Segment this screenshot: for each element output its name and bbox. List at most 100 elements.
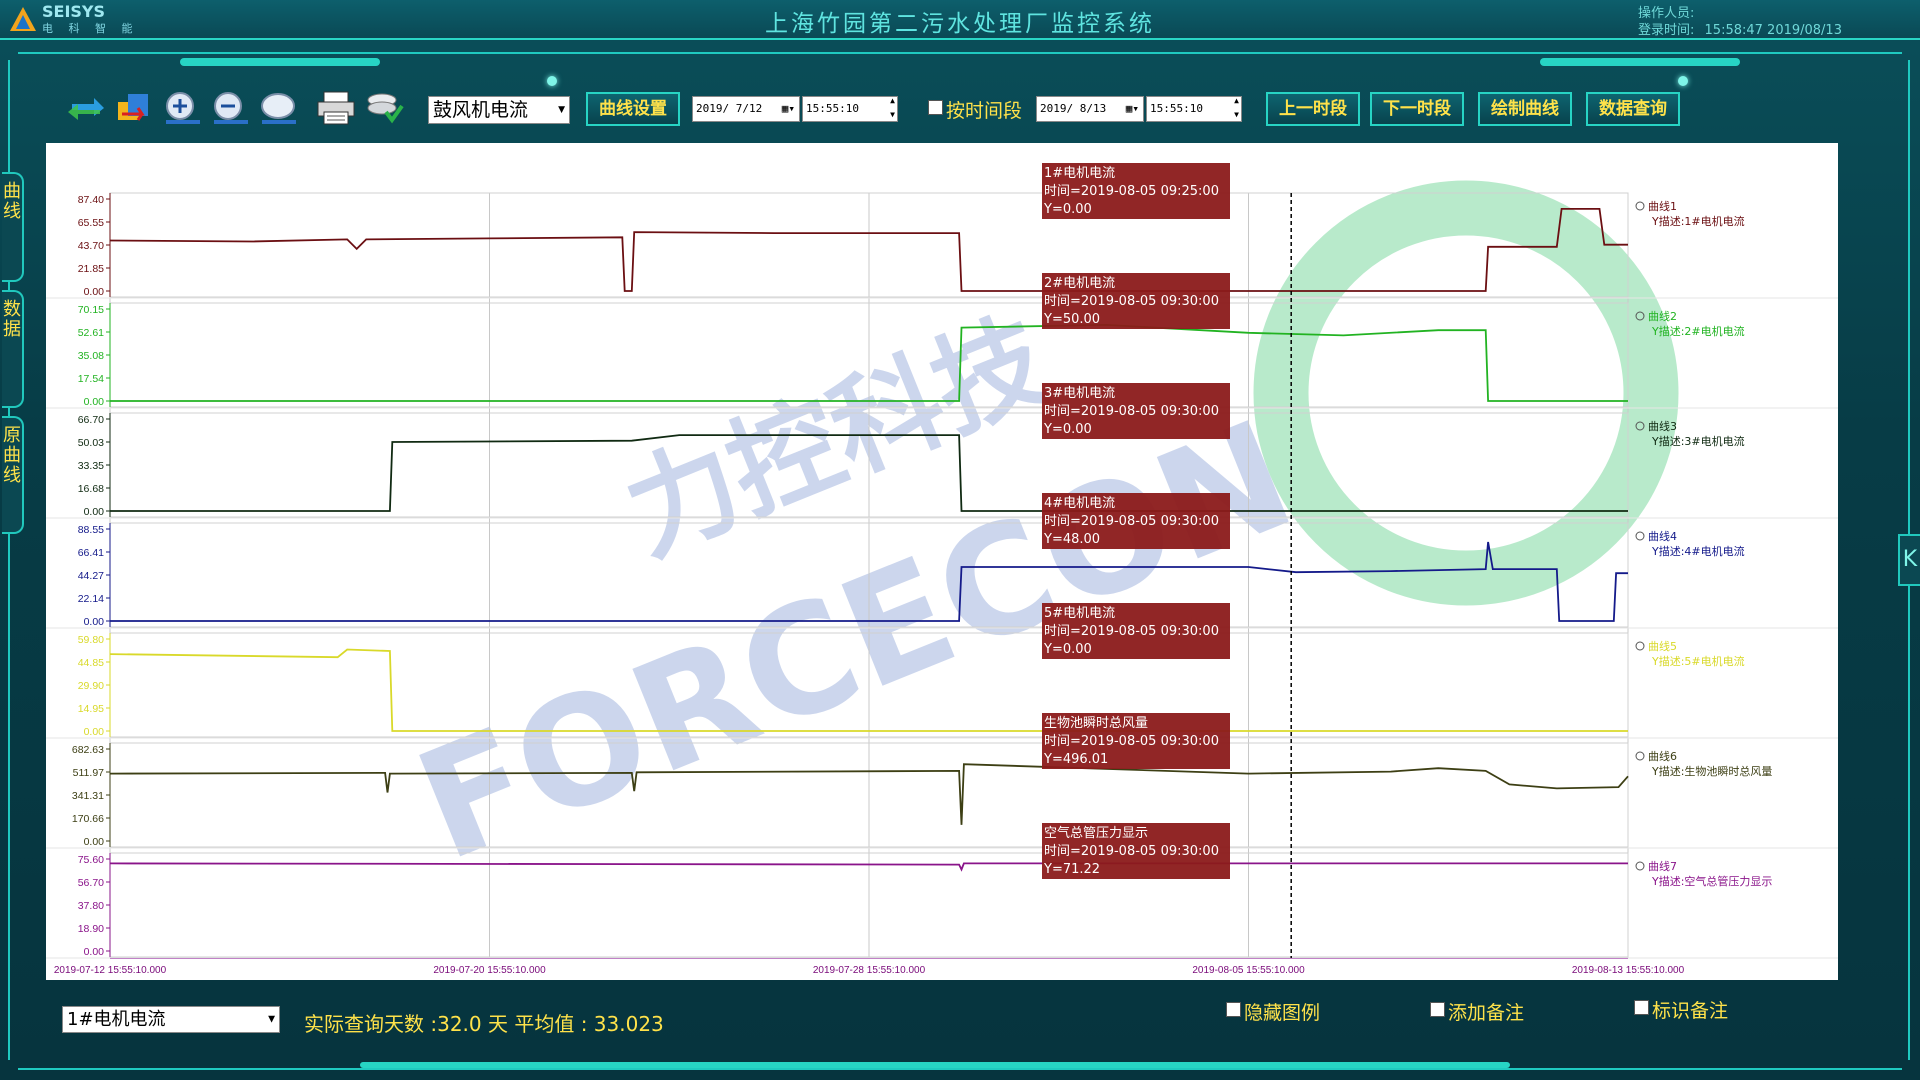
curve-settings-button[interactable]: 曲线设置 <box>586 92 680 126</box>
mark-note-checkbox[interactable] <box>1634 1000 1649 1015</box>
frame-bottom-pill <box>360 1062 1510 1068</box>
side-tab-data[interactable]: 数据 <box>2 290 24 408</box>
tooltip-time: 时间=2019-08-05 09:30:00 <box>1044 734 1219 749</box>
side-tab-raw-curve[interactable]: 原曲线 <box>2 416 24 534</box>
tooltip-title: 4#电机电流 <box>1044 496 1115 511</box>
eye-icon <box>1635 751 1645 761</box>
tooltip-value: Y=496.01 <box>1043 752 1108 767</box>
y-tick-label: 0.00 <box>84 616 105 628</box>
end-time-value: 15:55:10 <box>1150 102 1203 115</box>
y-tick-label: 170.66 <box>72 813 104 825</box>
y-tick-label: 0.00 <box>84 286 105 298</box>
y-tick-label: 88.55 <box>78 524 104 536</box>
calendar-icon: ▦▾ <box>1125 102 1139 115</box>
y-tick-label: 75.60 <box>78 854 104 866</box>
by-interval-checkbox[interactable] <box>928 100 943 115</box>
spinner-icon[interactable]: ▲ ▼ <box>890 94 895 122</box>
header-bar: SEISYS 电 科 智 能 上海竹园第二污水处理厂监控系统 操作人员: 登录时… <box>0 0 1920 40</box>
add-note-checkbox[interactable] <box>1430 1002 1445 1017</box>
y-tick-label: 43.70 <box>78 240 104 252</box>
start-time-field[interactable]: 15:55:10 ▲ ▼ <box>802 96 898 122</box>
eye-icon <box>1635 531 1645 541</box>
draw-curve-button[interactable]: 绘制曲线 <box>1478 92 1572 126</box>
tooltip-value: Y=50.00 <box>1043 312 1100 327</box>
save-icon[interactable] <box>362 90 406 126</box>
trend-chart-svg[interactable]: FORCECON力控科技2019-07-12 15:55:10.000 2019-… <box>46 143 1838 980</box>
tooltip-title: 5#电机电流 <box>1044 606 1115 621</box>
legend-item: 曲线6 <box>1648 749 1677 763</box>
refresh-icon[interactable] <box>64 90 108 126</box>
add-note-label: 添加备注 <box>1448 1002 1525 1024</box>
chevron-down-icon: ▼ <box>268 1014 275 1024</box>
legend-desc: Y描述:生物池瞬时总风量 <box>1651 764 1772 778</box>
y-tick-label: 44.85 <box>78 657 104 669</box>
hide-legend-checkbox[interactable] <box>1226 1002 1241 1017</box>
tooltip-time: 时间=2019-08-05 09:30:00 <box>1044 844 1219 859</box>
y-tick-label: 50.03 <box>78 437 104 449</box>
chevron-down-icon: ▼ <box>558 105 565 115</box>
hide-legend-label: 隐藏图例 <box>1244 1002 1321 1024</box>
monitor-app: SEISYS 电 科 智 能 上海竹园第二污水处理厂监控系统 操作人员: 登录时… <box>0 0 1920 1080</box>
tooltip-time: 时间=2019-08-05 09:30:00 <box>1044 624 1219 639</box>
frame-dot-right <box>1678 76 1688 86</box>
zoom-out-icon[interactable] <box>208 90 252 126</box>
end-date-picker[interactable]: 2019/ 8/13 ▦▾ <box>1036 96 1144 122</box>
trend-chart[interactable]: FORCECON 力控科技 2019-07-12 15:55:10.000 2019-… <box>46 143 1838 980</box>
tooltip-title: 生物池瞬时总风量 <box>1044 716 1148 731</box>
legend-item: 曲线2 <box>1648 309 1677 323</box>
tooltip-value: Y=48.00 <box>1043 532 1100 547</box>
tooltip-time: 时间=2019-08-05 09:30:00 <box>1044 514 1219 529</box>
x-tick-label: 2019-07-12 15:55:10.000 <box>54 965 167 976</box>
next-period-button[interactable]: 下一时段 <box>1370 92 1464 126</box>
tooltip-value: Y=0.00 <box>1043 202 1092 217</box>
y-tick-label: 29.90 <box>78 680 104 692</box>
legend-item: 曲线3 <box>1648 419 1677 433</box>
variable-select[interactable]: 鼓风机电流 ▼ <box>428 96 570 124</box>
y-tick-label: 35.08 <box>78 350 104 362</box>
y-tick-label: 44.27 <box>78 570 104 582</box>
start-date-picker[interactable]: 2019/ 7/12 ▦▾ <box>692 96 800 122</box>
legend-desc: Y描述:1#电机电流 <box>1651 214 1745 228</box>
y-tick-label: 0.00 <box>84 396 105 408</box>
x-tick-label: 2019-08-05 15:55:10.000 <box>1192 965 1305 976</box>
y-tick-label: 341.31 <box>72 790 104 802</box>
login-time: 15:58:47 2019/08/13 <box>1704 23 1842 38</box>
start-time-value: 15:55:10 <box>806 102 859 115</box>
y-tick-label: 37.80 <box>78 900 104 912</box>
page-title: 上海竹园第二污水处理厂监控系统 <box>765 11 1155 37</box>
y-tick-label: 22.14 <box>78 593 104 605</box>
y-tick-label: 0.00 <box>84 946 105 958</box>
y-tick-label: 33.35 <box>78 460 104 472</box>
tooltip-title: 1#电机电流 <box>1044 166 1115 181</box>
zoom-reset-icon[interactable] <box>256 90 300 126</box>
x-tick-label: 2019-07-20 15:55:10.000 <box>433 965 546 976</box>
frame-top-pill-left <box>180 58 380 66</box>
y-tick-label: 682.63 <box>72 744 104 756</box>
end-time-field[interactable]: 15:55:10 ▲ ▼ <box>1146 96 1242 122</box>
side-tab-curve[interactable]: 曲线 <box>2 172 24 282</box>
start-date-value: 2019/ 7/12 <box>696 102 763 115</box>
login-label: 登录时间: <box>1638 23 1695 38</box>
export-icon[interactable] <box>112 90 156 126</box>
tooltip-title: 空气总管压力显示 <box>1044 825 1148 841</box>
expand-panel-tab[interactable]: K <box>1898 534 1920 586</box>
variable-select-value: 鼓风机电流 <box>433 99 529 121</box>
eye-icon <box>1635 201 1645 211</box>
legend-desc: Y描述:5#电机电流 <box>1651 654 1745 668</box>
zoom-in-icon[interactable] <box>160 90 204 126</box>
prev-period-button[interactable]: 上一时段 <box>1266 92 1360 126</box>
print-icon[interactable] <box>314 90 358 126</box>
tooltip-value: Y=0.00 <box>1043 642 1092 657</box>
data-query-button[interactable]: 数据查询 <box>1586 92 1680 126</box>
spinner-icon[interactable]: ▲ ▼ <box>1234 94 1239 122</box>
eye-icon <box>1635 641 1645 651</box>
frame-top-pill-right <box>1540 58 1740 66</box>
series-select[interactable]: 1#电机电流 ▼ <box>62 1006 280 1033</box>
calendar-icon: ▦▾ <box>781 102 795 115</box>
legend-desc: Y描述:4#电机电流 <box>1651 544 1745 558</box>
tooltip-time: 时间=2019-08-05 09:30:00 <box>1044 294 1219 309</box>
legend-item: 曲线1 <box>1648 199 1677 213</box>
y-tick-label: 59.80 <box>78 634 104 646</box>
y-tick-label: 66.41 <box>78 547 104 559</box>
tooltip-title: 3#电机电流 <box>1044 386 1115 401</box>
